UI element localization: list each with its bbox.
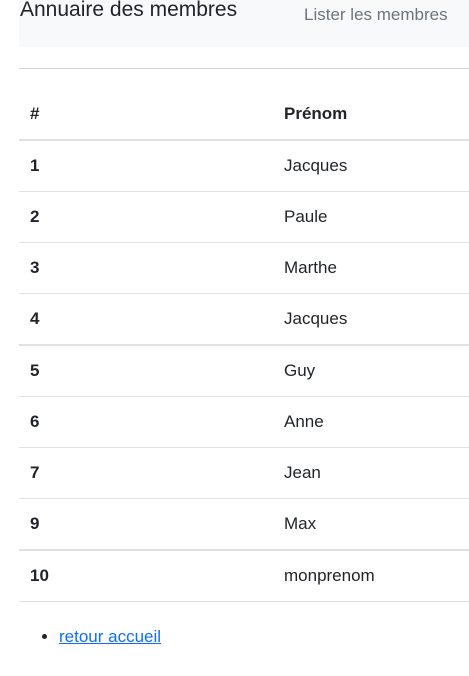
row-num: 3 [19,242,273,294]
row-firstname: Anne [273,396,469,448]
row-num: 2 [19,191,273,243]
table-row: 2 Paule [19,191,469,243]
column-header-num: # [19,89,273,141]
divider [19,68,469,69]
navbar: Annuaire des membres Lister les membres [19,0,469,47]
brand-title[interactable]: Annuaire des membres [20,0,237,23]
table-header: # Prénom [19,89,469,141]
list-item: retour accueil [59,624,161,650]
row-firstname: Marthe [273,242,469,294]
row-num: 10 [19,549,273,602]
table-row: 1 Jacques [19,140,469,192]
column-header-firstname: Prénom [273,89,469,141]
table-row: 5 Guy [19,344,469,397]
members-table: # Prénom 1 Jacques 2 Paule 3 Marthe 4 Ja… [19,89,469,602]
row-num: 5 [19,344,273,397]
row-num: 4 [19,293,273,346]
table-body: 1 Jacques 2 Paule 3 Marthe 4 Jacques 5 G… [19,140,469,602]
row-num: 9 [19,498,273,551]
table-row: 3 Marthe [19,242,469,294]
row-firstname: Paule [273,191,469,243]
page: Annuaire des membres Lister les membres … [0,0,469,676]
row-firstname: Jacques [273,293,469,346]
table-header-row: # Prénom [19,89,469,141]
table-row: 7 Jean [19,447,469,499]
table-row: 4 Jacques [19,293,469,346]
row-firstname: Guy [273,344,469,397]
row-firstname: Jacques [273,140,469,192]
row-num: 6 [19,396,273,448]
row-num: 1 [19,140,273,192]
table-row: 9 Max [19,498,469,551]
nav-link-list-members[interactable]: Lister les membres [304,4,448,26]
back-home-link[interactable]: retour accueil [59,627,161,646]
row-num: 7 [19,447,273,499]
row-firstname: monprenom [273,549,469,602]
row-firstname: Max [273,498,469,551]
links-list: retour accueil [19,624,161,650]
table-row: 10 monprenom [19,549,469,602]
table-row: 6 Anne [19,396,469,448]
row-firstname: Jean [273,447,469,499]
